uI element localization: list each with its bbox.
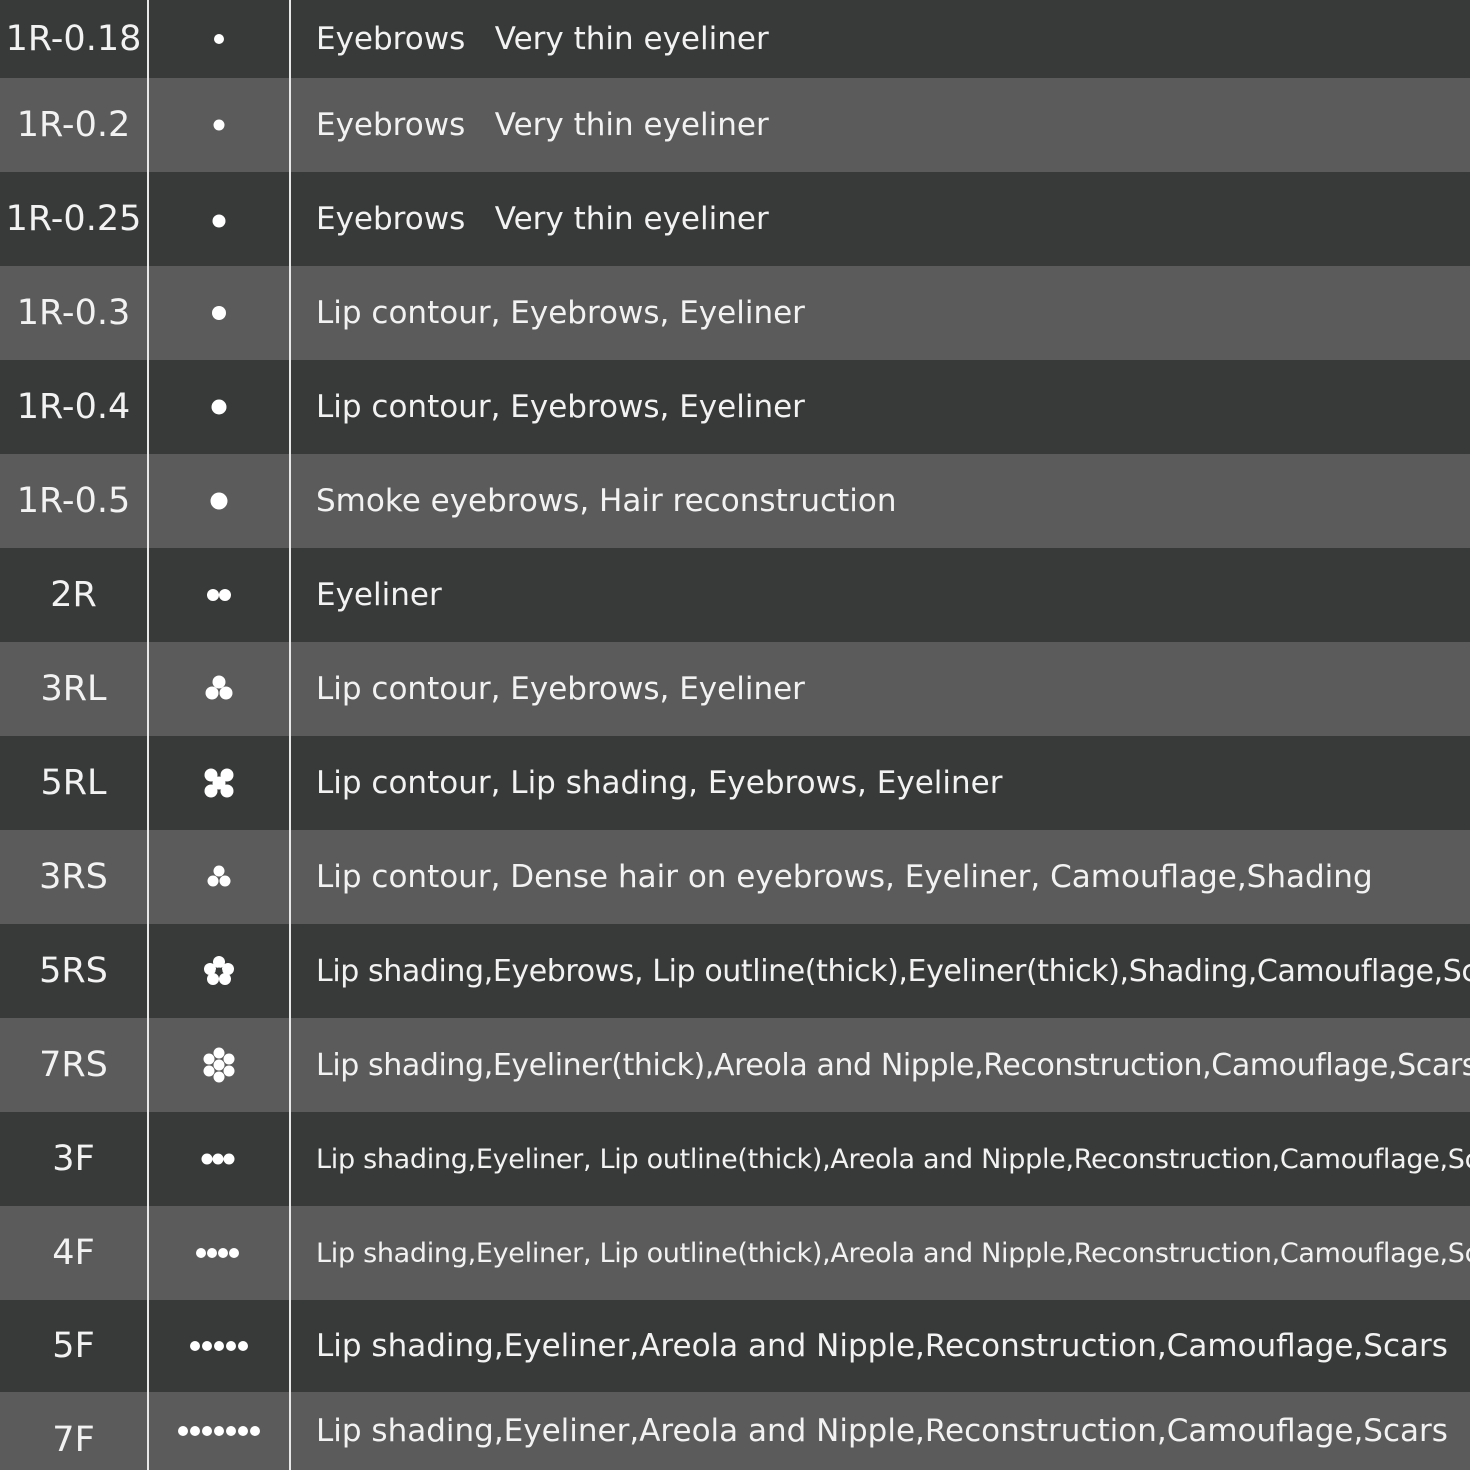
table-row: 1R-0.4 Lip contour, Eyebrows, Eyeliner	[0, 360, 1470, 454]
needle-code: 1R-0.18	[5, 19, 142, 59]
table-row: 4F Lip shading,Eyeliner, Lip outline(thi…	[0, 1206, 1470, 1300]
table-row: 1R-0.5 Smoke eyebrows, Hair reconstructi…	[0, 454, 1470, 548]
table-row: 1R-0.25 Eyebrows Very thin eyeliner	[0, 172, 1470, 266]
table-row: 7F Lip shading,Eyeliner,Areola and Nippl…	[0, 1392, 1470, 1470]
dot-1-small-icon	[149, 172, 289, 266]
dot-1-tiny-icon	[149, 78, 289, 172]
needle-code: 1R-0.5	[16, 481, 131, 521]
table-row: 1R-0.3 Lip contour, Eyebrows, Eyeliner	[0, 266, 1470, 360]
usage-description: Lip shading,Eyeliner, Lip outline(thick)…	[316, 1237, 1470, 1269]
needle-code: 4F	[52, 1233, 95, 1273]
dots-5-cross-icon	[149, 736, 289, 830]
usage-description: Eyebrows Very thin eyeliner	[316, 21, 769, 57]
dots-5-row-icon	[149, 1300, 289, 1392]
dots-5-flower-icon	[149, 924, 289, 1018]
needle-code: 3RS	[39, 857, 108, 897]
needle-code: 5RS	[39, 951, 108, 991]
dot-1-medium-icon	[149, 360, 289, 454]
dots-2-icon	[149, 548, 289, 642]
needle-config-table: 1R-0.18 Eyebrows Very thin eyeliner 1R-0…	[0, 0, 1470, 1470]
usage-description: Lip shading,Eyeliner, Lip outline(thick)…	[316, 1143, 1470, 1175]
usage-description: Lip contour, Lip shading, Eyebrows, Eyel…	[316, 765, 1003, 801]
table-row: 1R-0.2 Eyebrows Very thin eyeliner	[0, 78, 1470, 172]
needle-code: 5RL	[40, 763, 107, 803]
dots-7-flower-icon	[149, 1018, 289, 1112]
dots-3-cluster-small-icon	[149, 830, 289, 924]
dots-3-cluster-icon	[149, 642, 289, 736]
needle-code: 7RS	[39, 1045, 108, 1085]
needle-code: 1R-0.2	[16, 105, 131, 145]
needle-code: 2R	[50, 575, 97, 615]
table-row: 1R-0.18 Eyebrows Very thin eyeliner	[0, 0, 1470, 78]
usage-description: Lip contour, Eyebrows, Eyeliner	[316, 389, 805, 425]
needle-code: 7F	[52, 1420, 95, 1460]
dots-7-row-icon	[149, 1392, 289, 1470]
usage-description: Lip contour, Eyebrows, Eyeliner	[316, 295, 805, 331]
table-row: 3RS Lip contour, Dense hair on eyebrows,…	[0, 830, 1470, 924]
table-row: 2R Eyeliner	[0, 548, 1470, 642]
column-divider	[289, 0, 291, 1470]
needle-code: 1R-0.4	[16, 387, 131, 427]
usage-description: Lip contour, Eyebrows, Eyeliner	[316, 671, 805, 707]
dots-3-row-icon	[149, 1112, 289, 1206]
table-row: 5RS Lip shading,Eyebrows, Lip outline(th…	[0, 924, 1470, 1018]
dot-1-small-icon	[149, 266, 289, 360]
table-row: 3RL Lip contour, Eyebrows, Eyeliner	[0, 642, 1470, 736]
dots-4-row-icon	[149, 1206, 289, 1300]
usage-description: Eyeliner	[316, 577, 442, 613]
usage-description: Eyebrows Very thin eyeliner	[316, 201, 769, 237]
needle-code: 3RL	[40, 669, 107, 709]
usage-description: Lip shading,Eyeliner,Areola and Nipple,R…	[316, 1328, 1448, 1364]
dot-1-tiny-icon	[149, 0, 289, 78]
table-row: 7RS Lip shading,Eyeliner(thick),Areola a…	[0, 1018, 1470, 1112]
table-row: 5RL Lip contour, Lip shading, Eyebrows, …	[0, 736, 1470, 830]
table-row: 3F Lip shading,Eyeliner, Lip outline(thi…	[0, 1112, 1470, 1206]
usage-description: Lip shading,Eyebrows, Lip outline(thick)…	[316, 953, 1470, 989]
needle-code: 3F	[52, 1139, 95, 1179]
usage-description: Eyebrows Very thin eyeliner	[316, 107, 769, 143]
column-divider	[147, 0, 149, 1470]
usage-description: Lip contour, Dense hair on eyebrows, Eye…	[316, 859, 1373, 895]
table-row: 5F Lip shading,Eyeliner,Areola and Nippl…	[0, 1300, 1470, 1392]
dot-1-large-icon	[149, 454, 289, 548]
needle-code: 5F	[52, 1326, 95, 1366]
usage-description: Lip shading,Eyeliner(thick),Areola and N…	[316, 1047, 1470, 1083]
needle-code: 1R-0.25	[5, 199, 142, 239]
needle-code: 1R-0.3	[16, 293, 131, 333]
usage-description: Lip shading,Eyeliner,Areola and Nipple,R…	[316, 1413, 1448, 1449]
usage-description: Smoke eyebrows, Hair reconstruction	[316, 483, 897, 519]
